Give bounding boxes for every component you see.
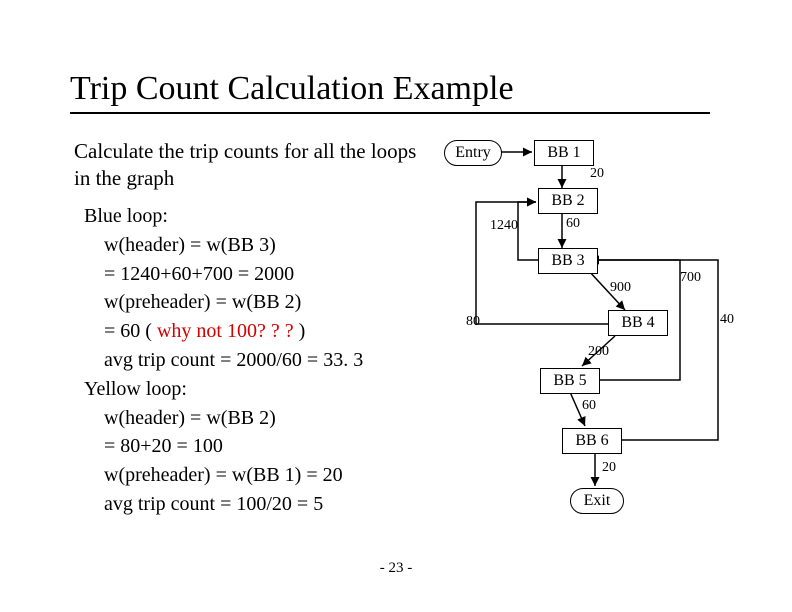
edge-weight-bb6-bb3: 40 xyxy=(720,312,734,328)
line: = 80+20 = 100 xyxy=(84,435,223,457)
line: = 60 ( xyxy=(84,320,157,342)
line: avg trip count = 2000/60 = 33. 3 xyxy=(84,349,363,371)
line: Blue loop: xyxy=(84,205,168,227)
body-text: Blue loop: w(header) = w(BB 3) = 1240+60… xyxy=(84,202,363,519)
line-highlight: why not 100? ? ? xyxy=(157,320,294,342)
edge-weight-bb4-bb5: 200 xyxy=(588,344,609,360)
line: w(header) = w(BB 2) xyxy=(84,407,276,429)
chart-edges xyxy=(440,130,760,530)
edge-weight-bb3-bb2: 1240 xyxy=(490,218,518,234)
node-bb4: BB 4 xyxy=(608,310,668,336)
flow-chart: Entry BB 1 BB 2 BB 3 BB 4 BB 5 BB 6 Exit… xyxy=(440,130,760,530)
page-title: Trip Count Calculation Example xyxy=(70,70,710,114)
line: = 1240+60+700 = 2000 xyxy=(84,263,294,285)
edge-weight-bb3-bb4: 900 xyxy=(610,280,631,296)
node-exit: Exit xyxy=(570,488,624,514)
line: w(preheader) = w(BB 1) = 20 xyxy=(84,464,343,486)
node-bb5: BB 5 xyxy=(540,368,600,394)
page-footer: - 23 - xyxy=(0,560,792,577)
line: Yellow loop: xyxy=(84,378,187,400)
edge-weight-bb6-exit: 20 xyxy=(602,460,616,476)
edge-weight-bb1-bb2: 20 xyxy=(590,166,604,182)
line: ) xyxy=(294,320,306,342)
subtitle: Calculate the trip counts for all the lo… xyxy=(74,138,424,193)
edge-weight-bb5-bb6: 60 xyxy=(582,398,596,414)
node-bb1: BB 1 xyxy=(534,140,594,166)
node-bb3: BB 3 xyxy=(538,248,598,274)
edge-weight-bb4-bb2: 80 xyxy=(466,314,480,330)
line: w(preheader) = w(BB 2) xyxy=(84,291,301,313)
edge-weight-bb2-bb3: 60 xyxy=(566,216,580,232)
line: avg trip count = 100/20 = 5 xyxy=(84,493,323,515)
node-entry: Entry xyxy=(444,140,502,166)
node-bb6: BB 6 xyxy=(562,428,622,454)
node-bb2: BB 2 xyxy=(538,188,598,214)
edge-weight-bb5-bb3: 700 xyxy=(680,270,701,286)
line: w(header) = w(BB 3) xyxy=(84,234,276,256)
